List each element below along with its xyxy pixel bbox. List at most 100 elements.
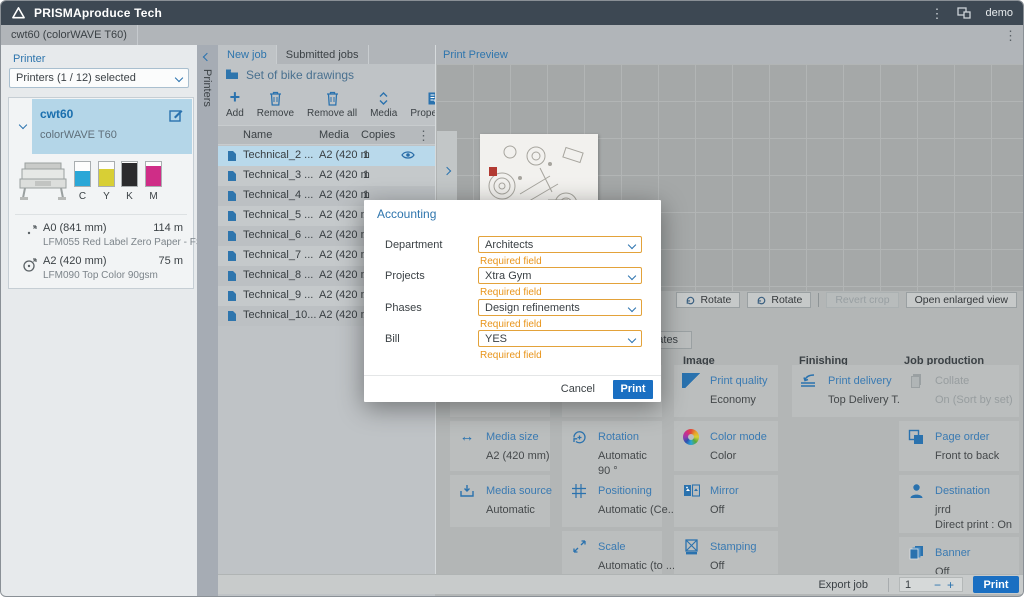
divider [15, 214, 187, 215]
cancel-button[interactable]: Cancel [551, 381, 605, 397]
job-set-title: Set of bike drawings [246, 68, 354, 82]
tile-color-mode[interactable]: Color mode Color [674, 421, 778, 471]
ink-cyan [74, 161, 91, 187]
printer-model: colorWAVE T60 [40, 129, 117, 141]
dialog-print-button[interactable]: Print [613, 380, 653, 399]
job-name: Technical_3 ... [243, 169, 313, 181]
printer-tab-strip: cwt60 (colorWAVE T60) ⋮ [1, 25, 1024, 45]
printer-card[interactable]: cwt60 colorWAVE T60 C Y K [8, 97, 194, 289]
tile-media-source[interactable]: Media source Automatic [450, 475, 550, 527]
copies-value[interactable]: 1 [905, 579, 931, 591]
tile-rotation[interactable]: Rotation Automatic 90 ° [562, 421, 662, 477]
tile-media-size[interactable]: ↔ Media size A2 (420 mm) [450, 421, 550, 471]
printer-illustration [17, 160, 69, 202]
revert-crop-button[interactable]: Revert crop [826, 292, 898, 308]
document-icon [227, 190, 237, 202]
app-title: PRISMAproduce Tech [34, 6, 162, 20]
table-row[interactable]: Technical_2 ... A2 (420 m 1 [218, 146, 435, 166]
tile-collate[interactable]: Collate On (Sort by set) [899, 365, 1019, 417]
add-button[interactable]: + Add [226, 89, 244, 119]
expand-preview-strip[interactable] [437, 131, 457, 211]
column-media[interactable]: Media [319, 129, 349, 141]
edit-icon[interactable] [169, 108, 183, 122]
printers-collapse-strip[interactable]: Printers [197, 45, 218, 597]
remove-all-button[interactable]: Remove all [307, 89, 357, 119]
print-preview-title: Print Preview [443, 49, 508, 61]
tile-print-quality[interactable]: Print quality Economy [674, 365, 778, 417]
remove-button[interactable]: Remove [257, 89, 294, 119]
bill-required-hint: Required field [480, 350, 542, 361]
export-job-button[interactable]: Export job [808, 579, 878, 591]
printer-tab[interactable]: cwt60 (colorWAVE T60) [1, 25, 138, 45]
open-enlarged-view-button[interactable]: Open enlarged view [906, 292, 1017, 308]
tile-scale[interactable]: Scale Automatic (to ... 49.94 % [562, 531, 662, 574]
print-quality-icon [680, 371, 702, 411]
remove-all-label: Remove all [307, 108, 357, 119]
phases-select[interactable]: Design refinements [478, 299, 642, 316]
table-row[interactable]: Technical_3 ... A2 (420 m 1 [218, 166, 435, 186]
rotate-label: Rotate [700, 294, 731, 306]
copies-stepper[interactable]: 1 − + [899, 577, 963, 592]
tabstrip-menu-icon[interactable]: ⋮ [1004, 29, 1017, 42]
department-value: Architects [485, 239, 533, 251]
tile-mirror[interactable]: Mirror Off [674, 475, 778, 527]
media-roll-a2[interactable]: A2 (420 mm) 75 m LFM090 Top Color 90gsm [15, 255, 187, 285]
collapse-left-icon[interactable] [203, 53, 211, 61]
department-required-hint: Required field [480, 256, 542, 267]
tile-title: Collate [935, 375, 969, 387]
projects-select[interactable]: Xtra Gym [478, 267, 642, 284]
tile-page-order[interactable]: Page order Front to back [899, 421, 1019, 471]
job-set-header: Set of bike drawings [218, 64, 435, 85]
title-bar: PRISMAproduce Tech ⋮ demo [1, 1, 1024, 25]
rotate-button[interactable]: Rotate [676, 292, 740, 308]
bill-select[interactable]: YES [478, 330, 642, 347]
minus-button[interactable]: − [931, 578, 944, 592]
tile-destination[interactable]: Destination jrrd Direct print : On [899, 475, 1019, 533]
roll-remaining: 114 m [153, 222, 183, 234]
titlebar-menu-icon[interactable]: ⋮ [930, 7, 943, 20]
tile-title: Rotation [598, 431, 639, 443]
session-icon[interactable] [957, 7, 971, 19]
roll-remaining: 75 m [159, 255, 183, 267]
dialog-footer: Cancel Print [364, 375, 661, 402]
tile-stamping[interactable]: Stamping Off [674, 531, 778, 574]
chevron-down-icon [628, 334, 636, 342]
preview-eye-icon[interactable] [401, 150, 415, 160]
roll-size: A2 (420 mm) [43, 255, 107, 267]
phases-required-hint: Required field [480, 319, 542, 330]
collapse-chevron-icon[interactable] [19, 121, 27, 129]
tab-new-job[interactable]: New job [218, 45, 277, 64]
print-button[interactable]: Print [973, 576, 1019, 593]
collate-icon [905, 371, 927, 411]
chevron-down-icon [175, 74, 183, 82]
tile-title: Banner [935, 547, 970, 559]
add-label: Add [226, 108, 244, 119]
tile-title: Media size [486, 431, 539, 443]
column-name[interactable]: Name [243, 129, 272, 141]
printer-select[interactable]: Printers (1 / 12) selected [9, 68, 189, 88]
tile-value: Front to back [935, 450, 999, 462]
tile-title: Page order [935, 431, 989, 443]
media-button[interactable]: Media [370, 89, 397, 119]
column-copies[interactable]: Copies [361, 129, 395, 141]
rotate-icon [685, 295, 696, 306]
department-select[interactable]: Architects [478, 236, 642, 253]
job-name: Technical_9 ... [243, 289, 313, 301]
tab-submitted-jobs[interactable]: Submitted jobs [277, 45, 369, 64]
tile-banner[interactable]: Banner Off [899, 537, 1019, 574]
accounting-dialog: Accounting Department Architects Require… [364, 200, 661, 402]
trash-icon [269, 89, 282, 106]
media-size-icon: ↔ [456, 427, 478, 465]
rotate-button-2[interactable]: Rotate [747, 292, 811, 308]
plus-button[interactable]: + [944, 578, 957, 592]
rotate-icon [756, 295, 767, 306]
tile-title: Media source [486, 485, 552, 497]
job-name: Technical_7 ... [243, 249, 313, 261]
tile-positioning[interactable]: Positioning Automatic (Ce... [562, 475, 662, 527]
tile-value: Automatic [598, 450, 647, 462]
user-name[interactable]: demo [985, 7, 1013, 19]
jobs-table-header: Name Media Copies ⋮ [218, 125, 435, 145]
table-menu-icon[interactable]: ⋮ [417, 129, 430, 142]
tile-print-delivery[interactable]: Print delivery Top Delivery T... [792, 365, 900, 417]
media-roll-a0[interactable]: A0 (841 mm) 114 m LFM055 Red Label Zero … [15, 222, 187, 252]
